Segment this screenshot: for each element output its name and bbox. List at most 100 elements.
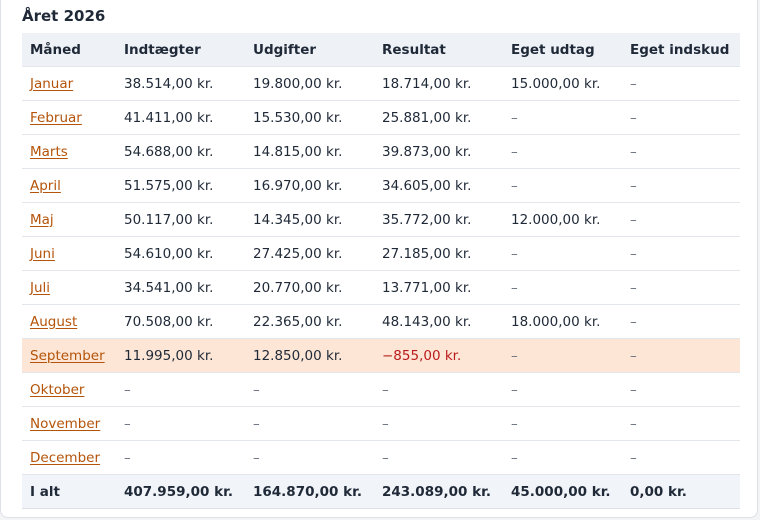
month-cell: Oktober bbox=[22, 372, 116, 407]
month-cell: Juli bbox=[22, 270, 116, 305]
withdrawal-cell: – bbox=[503, 406, 622, 441]
withdrawal-cell: 18.000,00 kr. bbox=[503, 304, 622, 339]
total-expenses: 164.870,00 kr. bbox=[245, 474, 374, 509]
month-link[interactable]: September bbox=[30, 348, 105, 364]
withdrawal-cell: 12.000,00 kr. bbox=[503, 202, 622, 237]
result-cell: 34.605,00 kr. bbox=[374, 168, 503, 203]
result-cell: −855,00 kr. bbox=[374, 338, 503, 373]
income-cell: 34.541,00 kr. bbox=[116, 270, 245, 305]
month-cell: November bbox=[22, 406, 116, 441]
income-cell: 11.995,00 kr. bbox=[116, 338, 245, 373]
deposit-cell: – bbox=[622, 338, 740, 373]
income-cell: 70.508,00 kr. bbox=[116, 304, 245, 339]
table-row: November – – – – – bbox=[22, 406, 740, 441]
result-cell: – bbox=[374, 406, 503, 441]
page-title: Året 2026 bbox=[22, 7, 106, 25]
table-row: Juli 34.541,00 kr. 20.770,00 kr. 13.771,00 … bbox=[22, 270, 740, 305]
expenses-cell: 15.530,00 kr. bbox=[245, 100, 374, 135]
result-cell: 39.873,00 kr. bbox=[374, 134, 503, 169]
month-cell: Februar bbox=[22, 100, 116, 135]
withdrawal-cell: – bbox=[503, 100, 622, 135]
deposit-cell: – bbox=[622, 134, 740, 169]
year-summary-table: Måned Indtægter Udgifter Resultat Eget u… bbox=[22, 33, 740, 509]
expenses-cell: 20.770,00 kr. bbox=[245, 270, 374, 305]
withdrawal-cell: 15.000,00 kr. bbox=[503, 66, 622, 101]
table-header: Måned Indtægter Udgifter Resultat Eget u… bbox=[22, 33, 740, 67]
month-link[interactable]: Juli bbox=[30, 280, 50, 296]
expenses-cell: – bbox=[245, 372, 374, 407]
income-cell: 41.411,00 kr. bbox=[116, 100, 245, 135]
result-cell: – bbox=[374, 372, 503, 407]
month-link[interactable]: Marts bbox=[30, 144, 68, 160]
withdrawal-cell: – bbox=[503, 134, 622, 169]
table-row: Juni 54.610,00 kr. 27.425,00 kr. 27.185,00 … bbox=[22, 236, 740, 271]
withdrawal-cell: – bbox=[503, 168, 622, 203]
deposit-cell: – bbox=[622, 440, 740, 475]
income-cell: – bbox=[116, 372, 245, 407]
table-row: Februar 41.411,00 kr. 15.530,00 kr. 25.881,… bbox=[22, 100, 740, 135]
table-row: December – – – – – bbox=[22, 440, 740, 475]
income-cell: 50.117,00 kr. bbox=[116, 202, 245, 237]
total-deposit: 0,00 kr. bbox=[622, 474, 740, 509]
month-cell: September bbox=[22, 338, 116, 373]
deposit-cell: – bbox=[622, 372, 740, 407]
result-cell: 25.881,00 kr. bbox=[374, 100, 503, 135]
result-cell: 35.772,00 kr. bbox=[374, 202, 503, 237]
total-income: 407.959,00 kr. bbox=[116, 474, 245, 509]
month-link[interactable]: Oktober bbox=[30, 382, 84, 398]
expenses-cell: 19.800,00 kr. bbox=[245, 66, 374, 101]
expenses-cell: 16.970,00 kr. bbox=[245, 168, 374, 203]
month-link[interactable]: Maj bbox=[30, 212, 54, 228]
income-cell: 38.514,00 kr. bbox=[116, 66, 245, 101]
month-cell: August bbox=[22, 304, 116, 339]
month-cell: December bbox=[22, 440, 116, 475]
column-header-withdrawal: Eget udtag bbox=[503, 33, 622, 67]
expenses-cell: 22.365,00 kr. bbox=[245, 304, 374, 339]
result-cell: – bbox=[374, 440, 503, 475]
table-row: Marts 54.688,00 kr. 14.815,00 kr. 39.873,00… bbox=[22, 134, 740, 169]
withdrawal-cell: – bbox=[503, 338, 622, 373]
table-row: Maj 50.117,00 kr. 14.345,00 kr. 35.772,00 k… bbox=[22, 202, 740, 237]
result-cell: 13.771,00 kr. bbox=[374, 270, 503, 305]
income-cell: 51.575,00 kr. bbox=[116, 168, 245, 203]
month-link[interactable]: Februar bbox=[30, 110, 82, 126]
month-link[interactable]: November bbox=[30, 416, 100, 432]
deposit-cell: – bbox=[622, 236, 740, 271]
income-cell: – bbox=[116, 406, 245, 441]
total-result: 243.089,00 kr. bbox=[374, 474, 503, 509]
table-body: Januar 38.514,00 kr. 19.800,00 kr. 18.714,0… bbox=[22, 66, 740, 475]
month-link[interactable]: Januar bbox=[30, 76, 73, 92]
expenses-cell: 14.345,00 kr. bbox=[245, 202, 374, 237]
month-cell: Juni bbox=[22, 236, 116, 271]
withdrawal-cell: – bbox=[503, 236, 622, 271]
withdrawal-cell: – bbox=[503, 372, 622, 407]
expenses-cell: 14.815,00 kr. bbox=[245, 134, 374, 169]
month-cell: Januar bbox=[22, 66, 116, 101]
month-cell: Maj bbox=[22, 202, 116, 237]
month-cell: April bbox=[22, 168, 116, 203]
table-row: April 51.575,00 kr. 16.970,00 kr. 34.605,00… bbox=[22, 168, 740, 203]
result-cell: 27.185,00 kr. bbox=[374, 236, 503, 271]
table-footer: I alt 407.959,00 kr. 164.870,00 kr. 243.… bbox=[22, 474, 740, 509]
table-row: Oktober – – – – – bbox=[22, 372, 740, 407]
deposit-cell: – bbox=[622, 66, 740, 101]
expenses-cell: – bbox=[245, 440, 374, 475]
table-row: Januar 38.514,00 kr. 19.800,00 kr. 18.714,0… bbox=[22, 66, 740, 101]
deposit-cell: – bbox=[622, 168, 740, 203]
income-cell: – bbox=[116, 440, 245, 475]
income-cell: 54.610,00 kr. bbox=[116, 236, 245, 271]
month-link[interactable]: August bbox=[30, 314, 77, 330]
column-header-month: Måned bbox=[22, 33, 116, 67]
month-link[interactable]: Juni bbox=[30, 246, 55, 262]
deposit-cell: – bbox=[622, 270, 740, 305]
header-row: Måned Indtægter Udgifter Resultat Eget u… bbox=[22, 33, 740, 67]
month-link[interactable]: December bbox=[30, 450, 100, 466]
withdrawal-cell: – bbox=[503, 440, 622, 475]
column-header-deposit: Eget indskud bbox=[622, 33, 740, 67]
table-row: August 70.508,00 kr. 22.365,00 kr. 48.143,0… bbox=[22, 304, 740, 339]
totals-label: I alt bbox=[22, 474, 116, 509]
month-link[interactable]: April bbox=[30, 178, 61, 194]
result-cell: 18.714,00 kr. bbox=[374, 66, 503, 101]
withdrawal-cell: – bbox=[503, 270, 622, 305]
table-row: September 11.995,00 kr. 12.850,00 kr. −855,… bbox=[22, 338, 740, 373]
